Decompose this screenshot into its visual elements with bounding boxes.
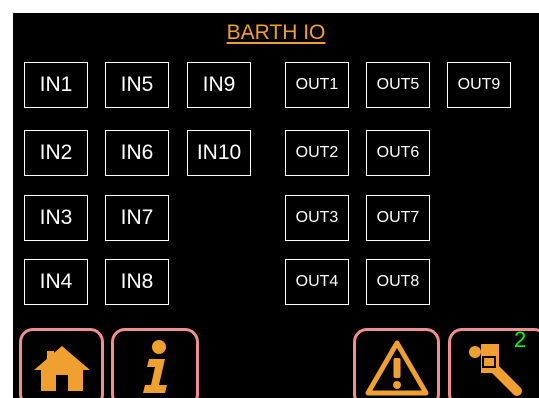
alarm-button[interactable]: [353, 328, 440, 398]
output-button-out4[interactable]: OUT4: [285, 259, 349, 305]
output-button-out7[interactable]: OUT7: [366, 195, 430, 241]
input-button-in8[interactable]: IN8: [105, 259, 169, 305]
input-button-in6[interactable]: IN6: [105, 130, 169, 176]
home-button[interactable]: [19, 328, 104, 398]
input-button-in7[interactable]: IN7: [105, 195, 169, 241]
input-button-in10[interactable]: IN10: [187, 130, 251, 176]
notification-badge: 2: [514, 327, 527, 352]
input-button-in4[interactable]: IN4: [24, 259, 88, 305]
input-button-in2[interactable]: IN2: [24, 130, 88, 176]
info-button[interactable]: [111, 328, 199, 398]
output-button-out3[interactable]: OUT3: [285, 195, 349, 241]
info-icon: [143, 340, 167, 393]
output-button-out8[interactable]: OUT8: [366, 259, 430, 305]
warning-icon: [365, 340, 428, 396]
input-button-in1[interactable]: IN1: [24, 62, 88, 108]
input-button-in3[interactable]: IN3: [24, 195, 88, 241]
hmi-screen: BARTH IO IN1 IN5 IN9 IN2 IN6 IN10 IN3 IN7 IN4 IN8…: [13, 13, 539, 398]
output-button-out1[interactable]: OUT1: [285, 62, 349, 108]
home-icon: [33, 346, 90, 391]
output-button-out2[interactable]: OUT2: [285, 130, 349, 176]
output-button-out5[interactable]: OUT5: [366, 62, 430, 108]
output-button-out6[interactable]: OUT6: [366, 130, 430, 176]
output-button-out9[interactable]: OUT9: [447, 62, 511, 108]
page-title: BARTH IO: [226, 21, 326, 44]
input-button-in9[interactable]: IN9: [187, 62, 251, 108]
input-button-in5[interactable]: IN5: [105, 62, 169, 108]
